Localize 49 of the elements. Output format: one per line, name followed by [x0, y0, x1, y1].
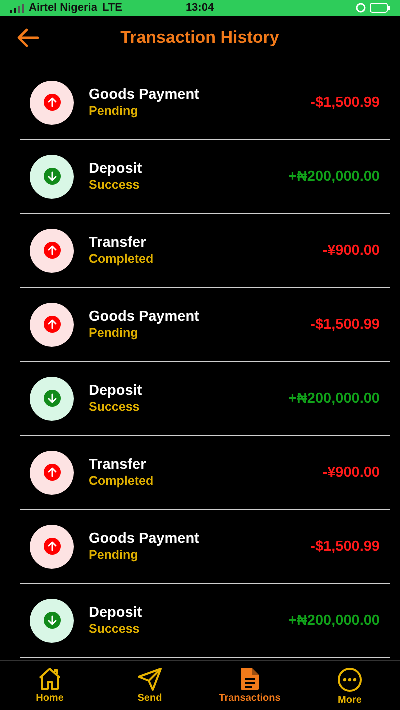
transaction-icon	[30, 376, 74, 420]
transaction-icon	[30, 450, 74, 494]
clock-time: 13:04	[186, 2, 214, 14]
page-title: Transaction History	[120, 28, 280, 47]
transaction-icon	[30, 154, 74, 198]
transaction-icon	[30, 598, 74, 642]
transaction-status: Success	[89, 400, 141, 414]
nav-tab[interactable]: More	[300, 667, 400, 706]
battery-icon	[370, 3, 390, 13]
transaction-status: Success	[89, 622, 141, 636]
transaction-amount: -¥900.00	[322, 464, 380, 480]
transaction-icon	[30, 302, 74, 346]
back-arrow-icon	[16, 28, 40, 48]
transaction-status: Completed	[89, 474, 155, 488]
transaction-icon	[30, 228, 74, 272]
transaction-title: Goods Payment	[89, 309, 200, 325]
home-icon	[37, 667, 63, 691]
carrier-name: Airtel Nigeria	[29, 2, 98, 14]
transaction-title: Deposit	[89, 161, 144, 177]
transaction-title: Transfer	[89, 235, 148, 251]
transaction-icon	[30, 80, 74, 124]
nav-tab[interactable]: Send	[100, 667, 200, 706]
signal-icon	[10, 4, 24, 12]
alarm-icon	[356, 3, 366, 13]
transaction-status: Completed	[89, 252, 155, 266]
transaction-status: Pending	[89, 104, 140, 118]
transaction-amount: -$1,500.99	[310, 538, 380, 554]
transaction-icon	[30, 524, 74, 568]
transaction-amount: -$1,500.99	[310, 94, 380, 110]
document-icon	[239, 667, 261, 691]
transaction-amount: -$1,500.99	[310, 316, 380, 332]
transaction-amount: +₦200,000.00	[288, 168, 380, 184]
transaction-title: Goods Payment	[89, 531, 200, 547]
transaction-amount: +₦200,000.00	[288, 612, 380, 628]
more-icon	[337, 667, 363, 693]
transaction-amount: -¥900.00	[322, 242, 380, 258]
transaction-status: Pending	[89, 326, 140, 340]
nav-tab[interactable]: Home	[0, 667, 100, 706]
paper-plane-icon	[137, 667, 163, 691]
network-type: LTE	[102, 2, 122, 14]
transaction-title: Deposit	[89, 383, 144, 399]
transaction-title: Deposit	[89, 605, 144, 621]
back-button[interactable]	[16, 28, 40, 48]
transaction-title: Transfer	[89, 457, 148, 473]
transaction-title: Goods Payment	[89, 87, 200, 103]
transaction-status: Success	[89, 178, 141, 192]
transaction-amount: +₦200,000.00	[288, 390, 380, 406]
nav-tab[interactable]: Transactions	[200, 667, 300, 706]
transaction-status: Pending	[89, 548, 140, 562]
